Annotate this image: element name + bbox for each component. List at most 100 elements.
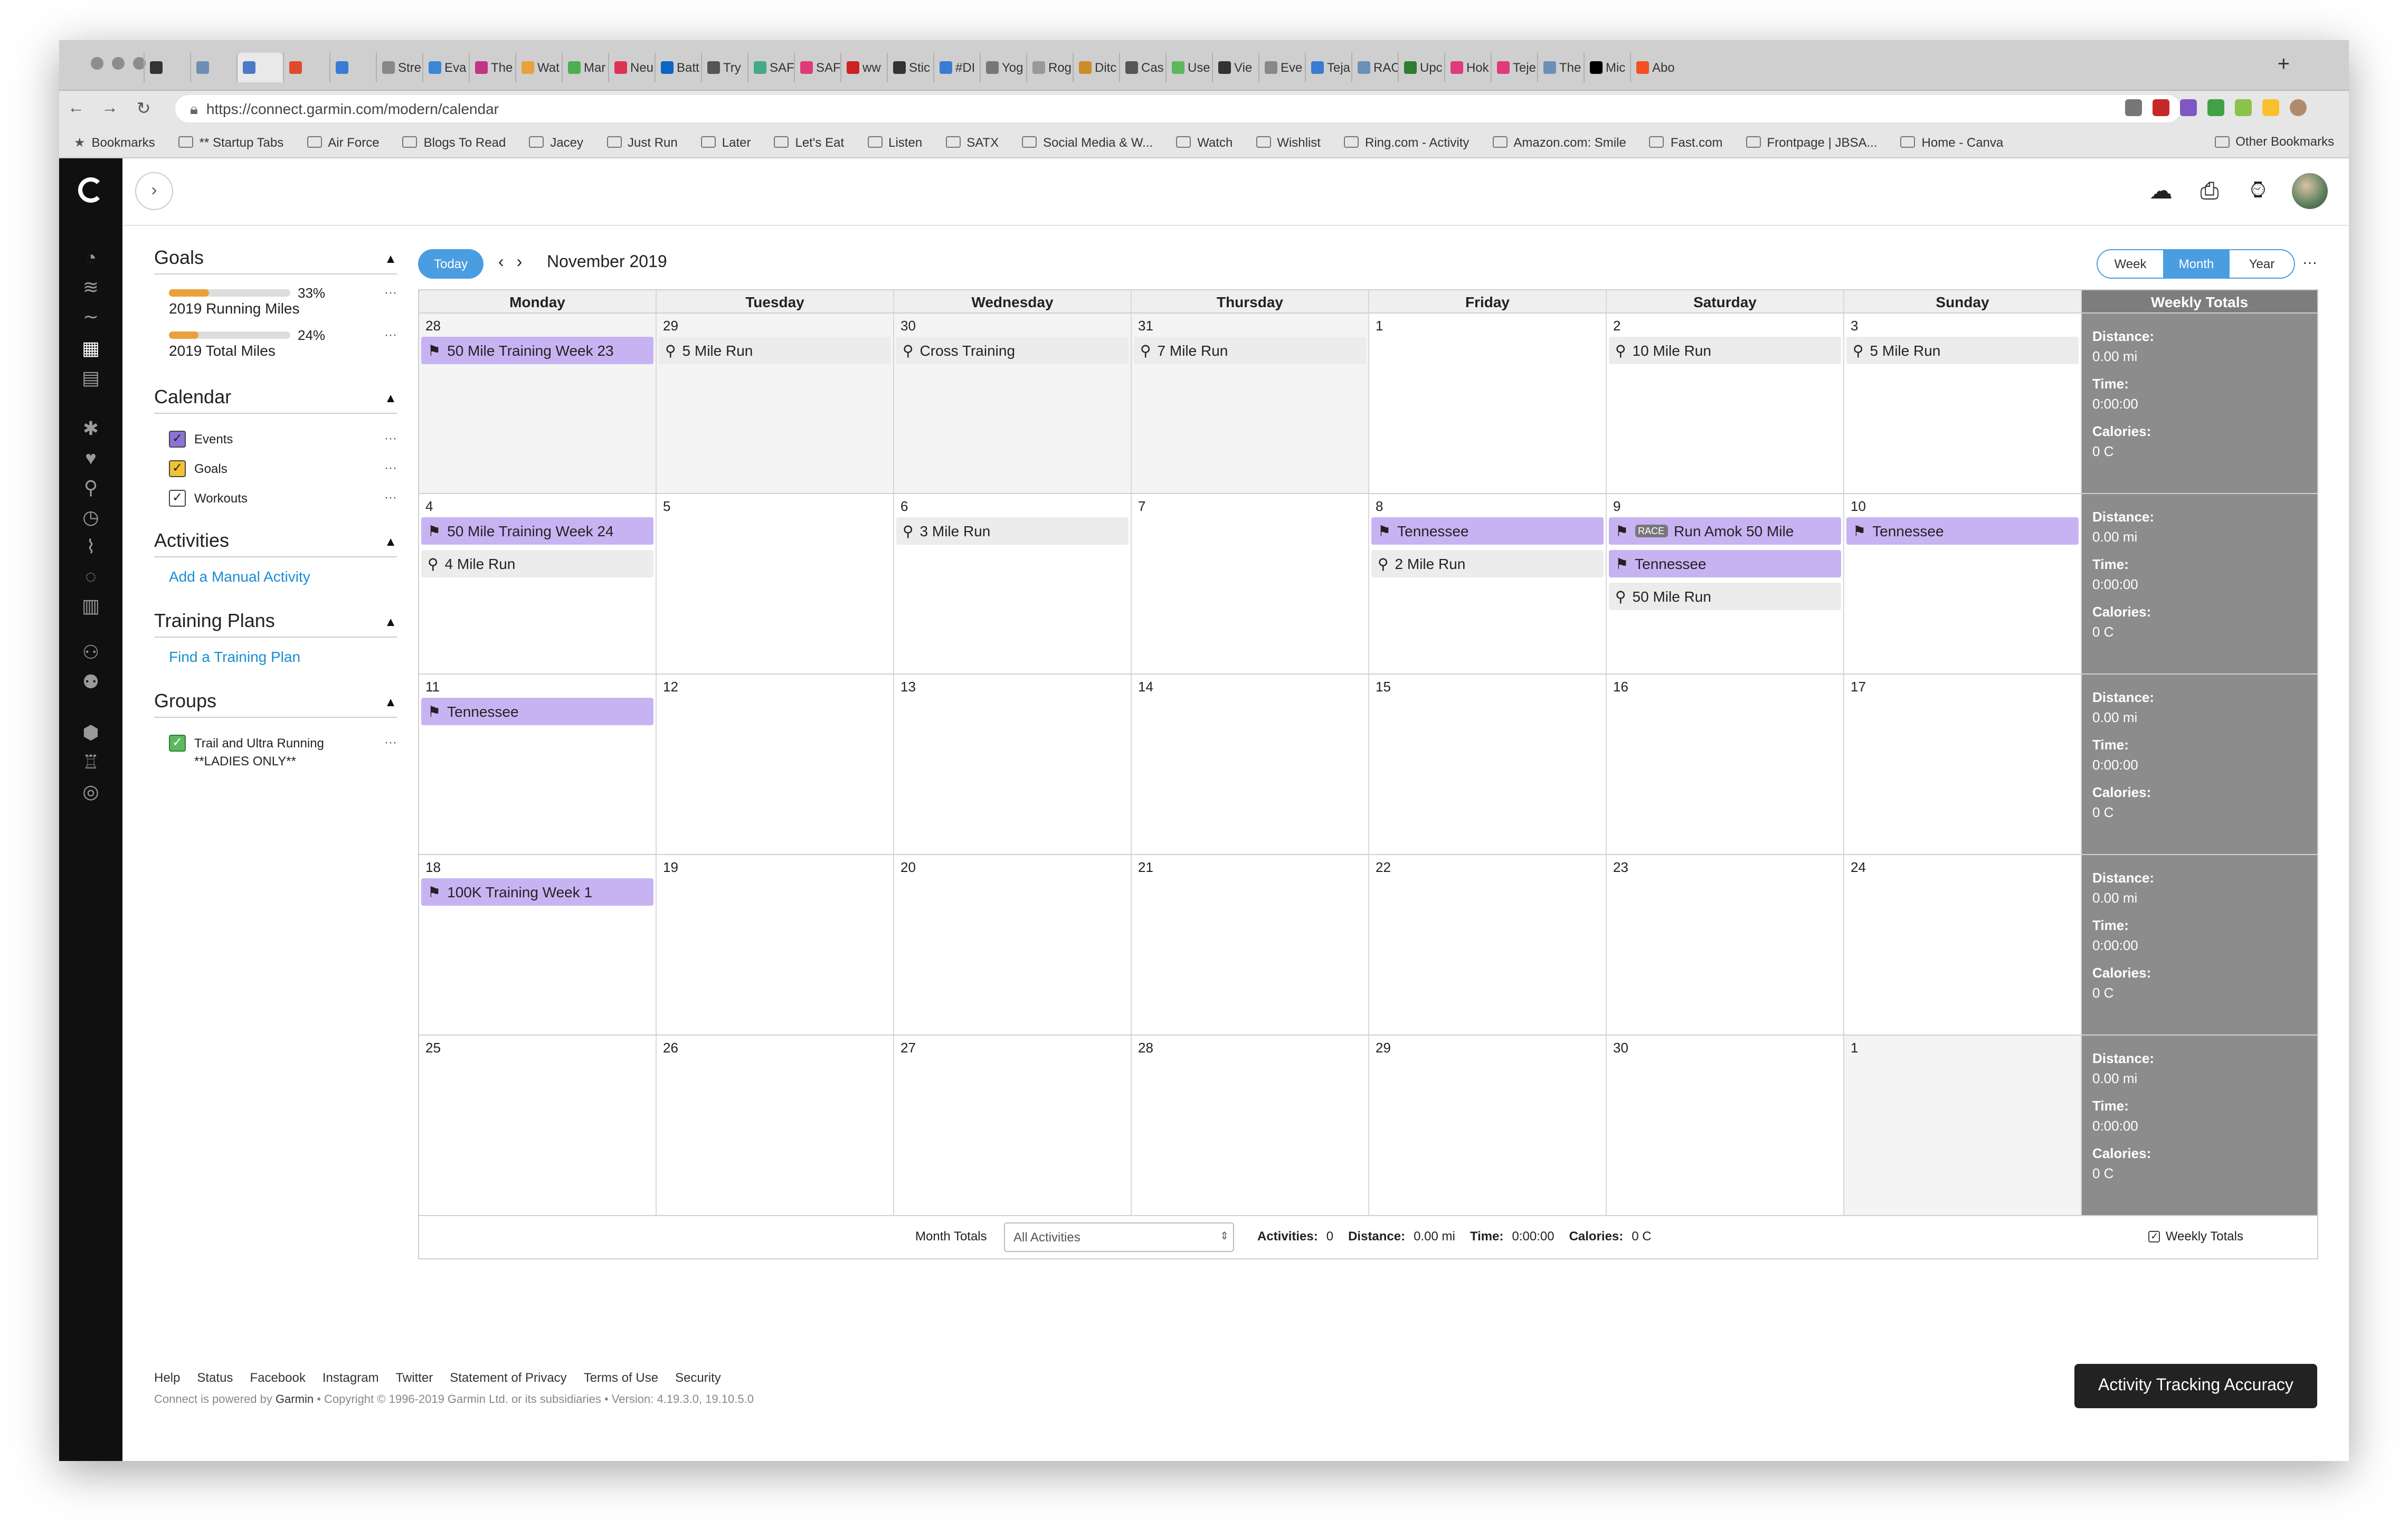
footer-link[interactable]: Twitter: [396, 1370, 433, 1385]
stopwatch-icon[interactable]: ◷: [80, 507, 101, 528]
extension-icon[interactable]: [2125, 99, 2142, 116]
new-tab-icon[interactable]: +: [2278, 53, 2290, 77]
day-cell[interactable]: 28: [1132, 1036, 1369, 1215]
bookmark-item[interactable]: Frontpage | JBSA...: [1746, 135, 1878, 149]
workout-item[interactable]: ⚲ 4 Mile Run: [421, 550, 653, 577]
day-cell[interactable]: 29 ⚲ 5 Mile Run: [657, 314, 894, 493]
lightbulb-icon[interactable]: ◌: [80, 566, 101, 587]
browser-tab[interactable]: The: [1537, 53, 1584, 82]
bookmark-item[interactable]: Air Force: [307, 135, 380, 149]
bookmark-item[interactable]: Fast.com: [1649, 135, 1723, 149]
browser-tab[interactable]: [283, 53, 329, 82]
browser-tab[interactable]: Rog: [1026, 53, 1073, 82]
running-icon[interactable]: ⚲: [80, 477, 101, 498]
browser-tab[interactable]: SAF: [794, 53, 840, 82]
day-cell[interactable]: 10 ⚑ Tennessee: [1844, 494, 2082, 673]
browser-tab[interactable]: Mic: [1584, 53, 1630, 82]
browser-tab[interactable]: [190, 53, 236, 82]
footer-link[interactable]: Status: [197, 1370, 233, 1385]
day-cell[interactable]: 22: [1369, 855, 1607, 1035]
address-bar[interactable]: 🔒︎ https://connect.garmin.com/modern/cal…: [175, 95, 2181, 122]
shoe-icon[interactable]: ⌇: [80, 536, 101, 557]
goal-item[interactable]: 33% 2019 Running Miles ···: [154, 285, 397, 327]
browser-tab[interactable]: The: [469, 53, 515, 82]
expand-nav-button[interactable]: ›: [135, 172, 173, 210]
day-cell[interactable]: 24: [1844, 855, 2082, 1035]
bookmark-item[interactable]: Let's Eat: [774, 135, 844, 149]
browser-tab[interactable]: Cas: [1119, 53, 1165, 82]
calendar-event[interactable]: ⚑ Tennessee: [1846, 517, 2079, 545]
day-cell[interactable]: 12: [657, 675, 894, 854]
calendar-filter-item[interactable]: ✓ Events ···: [154, 424, 397, 454]
bookmark-item[interactable]: Listen: [867, 135, 922, 149]
prev-month-icon[interactable]: ‹: [498, 253, 517, 271]
grammarly-icon[interactable]: [2207, 99, 2224, 116]
calendar-event[interactable]: ⚑ 50 Mile Training Week 23: [421, 337, 653, 364]
insights-icon[interactable]: ∼: [80, 306, 101, 327]
device-icon[interactable]: ⌚︎: [2243, 176, 2273, 206]
workout-item[interactable]: ⚲ 2 Mile Run: [1371, 550, 1604, 577]
browser-tab[interactable]: [144, 53, 190, 82]
extension-icon[interactable]: [2262, 99, 2279, 116]
browser-tab[interactable]: Hok: [1444, 53, 1491, 82]
day-cell[interactable]: 19: [657, 855, 894, 1035]
find-training-plan-link[interactable]: Find a Training Plan: [154, 648, 397, 673]
back-icon[interactable]: ←: [59, 99, 93, 118]
day-cell[interactable]: 9 ⚑ RACE Run Amok 50 Mile ⚑ Tennessee ⚲ 50 Mile…: [1607, 494, 1844, 673]
bookmark-item[interactable]: Later: [700, 135, 751, 149]
day-cell[interactable]: 5: [657, 494, 894, 673]
browser-tab[interactable]: #DI: [933, 53, 980, 82]
view-week-button[interactable]: Week: [2098, 250, 2163, 278]
collapse-icon[interactable]: ▲: [384, 534, 397, 548]
weekly-totals-checkbox[interactable]: ✓: [2148, 1230, 2160, 1242]
collapse-icon[interactable]: ▲: [384, 251, 397, 265]
forward-icon[interactable]: →: [93, 99, 127, 118]
workout-item[interactable]: ⚲ 10 Mile Run: [1609, 337, 1841, 364]
bookmark-item[interactable]: Wishlist: [1256, 135, 1321, 149]
more-icon[interactable]: ···: [384, 460, 397, 475]
day-cell[interactable]: 30 ⚲ Cross Training: [894, 314, 1132, 493]
more-icon[interactable]: ···: [384, 735, 397, 749]
browser-tab[interactable]: Neu: [608, 53, 655, 82]
day-cell[interactable]: 14: [1132, 675, 1369, 854]
filter-checkbox[interactable]: ✓: [169, 431, 186, 448]
workout-item[interactable]: ⚲ 5 Mile Run: [659, 337, 891, 364]
day-cell[interactable]: 20: [894, 855, 1132, 1035]
browser-tab[interactable]: Try: [701, 53, 747, 82]
bookmark-item[interactable]: SATX: [945, 135, 999, 149]
browser-tab[interactable]: SAF: [747, 53, 794, 82]
browser-tab[interactable]: Eva: [422, 53, 469, 82]
workout-item[interactable]: ⚲ 3 Mile Run: [896, 517, 1129, 545]
bookmark-item[interactable]: ★ Bookmarks: [74, 135, 155, 149]
weekly-totals-toggle[interactable]: ✓ Weekly Totals: [2148, 1229, 2243, 1244]
calendar-icon[interactable]: ▦: [80, 338, 101, 359]
reports-icon[interactable]: ▥: [80, 595, 101, 616]
footer-link[interactable]: Terms of Use: [584, 1370, 658, 1385]
calendar-event[interactable]: ⚑ Tennessee: [421, 698, 653, 725]
day-cell[interactable]: 16: [1607, 675, 1844, 854]
more-icon[interactable]: ···: [384, 285, 397, 300]
day-cell[interactable]: 1: [1844, 1036, 2082, 1215]
bookmark-item[interactable]: Jacey: [529, 135, 583, 149]
day-cell[interactable]: 23: [1607, 855, 1844, 1035]
calendar-event[interactable]: ⚑ Tennessee: [1371, 517, 1604, 545]
badges-icon[interactable]: ⬢: [80, 722, 101, 743]
day-cell[interactable]: 31 ⚲ 7 Mile Run: [1132, 314, 1369, 493]
calendar-event[interactable]: ⚑ RACE Run Amok 50 Mile: [1609, 517, 1841, 545]
group-item[interactable]: ✓ Trail and Ultra Running ···: [154, 728, 397, 758]
bookmark-item[interactable]: Ring.com - Activity: [1344, 135, 1469, 149]
workout-item[interactable]: ⚲ 50 Mile Run: [1609, 583, 1841, 610]
day-cell[interactable]: 1: [1369, 314, 1607, 493]
extension-icon[interactable]: [2235, 99, 2252, 116]
footer-link[interactable]: Help: [154, 1370, 180, 1385]
collapse-icon[interactable]: ▲: [384, 694, 397, 709]
filter-checkbox[interactable]: ✓: [169, 490, 186, 507]
calendar-event[interactable]: ⚑ Tennessee: [1609, 550, 1841, 577]
goal-item[interactable]: 24% 2019 Total Miles ···: [154, 327, 397, 369]
day-cell[interactable]: 28 ⚑ 50 Mile Training Week 23: [419, 314, 657, 493]
browser-tab[interactable]: Ditc: [1073, 53, 1119, 82]
add-manual-activity-link[interactable]: Add a Manual Activity: [154, 568, 397, 593]
activities-icon[interactable]: ✱: [80, 418, 101, 439]
more-icon[interactable]: ···: [384, 327, 397, 342]
day-cell[interactable]: 26: [657, 1036, 894, 1215]
